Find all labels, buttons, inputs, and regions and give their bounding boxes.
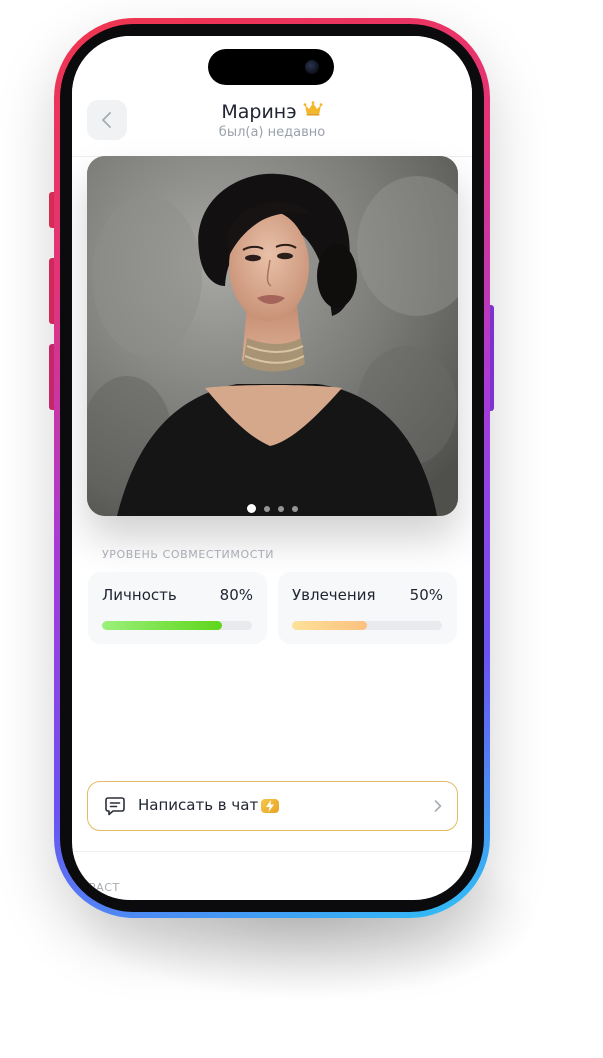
carousel-dot[interactable]	[264, 505, 270, 512]
profile-name: Маринэ	[221, 101, 297, 123]
compatibility-label: Личность	[102, 586, 177, 604]
dynamic-island	[208, 49, 334, 85]
profile-photo	[87, 156, 458, 516]
carousel-indicator	[87, 498, 458, 513]
camera-icon	[305, 60, 319, 74]
compatibility-section-label: УРОВЕНЬ СОВМЕСТИМОСТИ	[102, 548, 275, 561]
profile-status: был(а) недавно	[218, 125, 326, 140]
compatibility-bar-fill	[292, 621, 367, 630]
device-mockup: Маринэ был(а) недавно УРОВЕНЬ СОВМЕСТИМО…	[0, 0, 603, 1058]
write-to-chat-button[interactable]: Написать в чат	[87, 781, 458, 831]
section-divider	[72, 851, 472, 852]
carousel-dot[interactable]	[292, 505, 298, 512]
phone-screen: Маринэ был(а) недавно УРОВЕНЬ СОВМЕСТИМО…	[72, 36, 472, 900]
crown-icon	[303, 98, 323, 122]
compatibility-card-personality: Личность 80%	[88, 572, 267, 644]
chat-bubble-icon	[105, 797, 125, 816]
compatibility-bar-fill	[102, 621, 222, 630]
compatibility-label: Увлечения	[292, 586, 376, 604]
profile-photo-carousel[interactable]	[87, 156, 458, 516]
age-section-label: ОЗРАСТ	[72, 881, 120, 894]
compatibility-value: 50%	[409, 586, 443, 604]
compatibility-card-hobbies: Увлечения 50%	[278, 572, 457, 644]
chevron-right-icon	[434, 800, 442, 812]
lightning-icon	[261, 799, 279, 813]
title-row: Маринэ	[72, 98, 472, 124]
compatibility-value: 80%	[219, 586, 253, 604]
compatibility-bar-track	[292, 621, 442, 630]
write-to-chat-label: Написать в чат	[138, 796, 259, 814]
carousel-dot[interactable]	[278, 505, 284, 512]
compatibility-bar-track	[102, 621, 252, 630]
carousel-dot-active[interactable]	[247, 504, 256, 513]
